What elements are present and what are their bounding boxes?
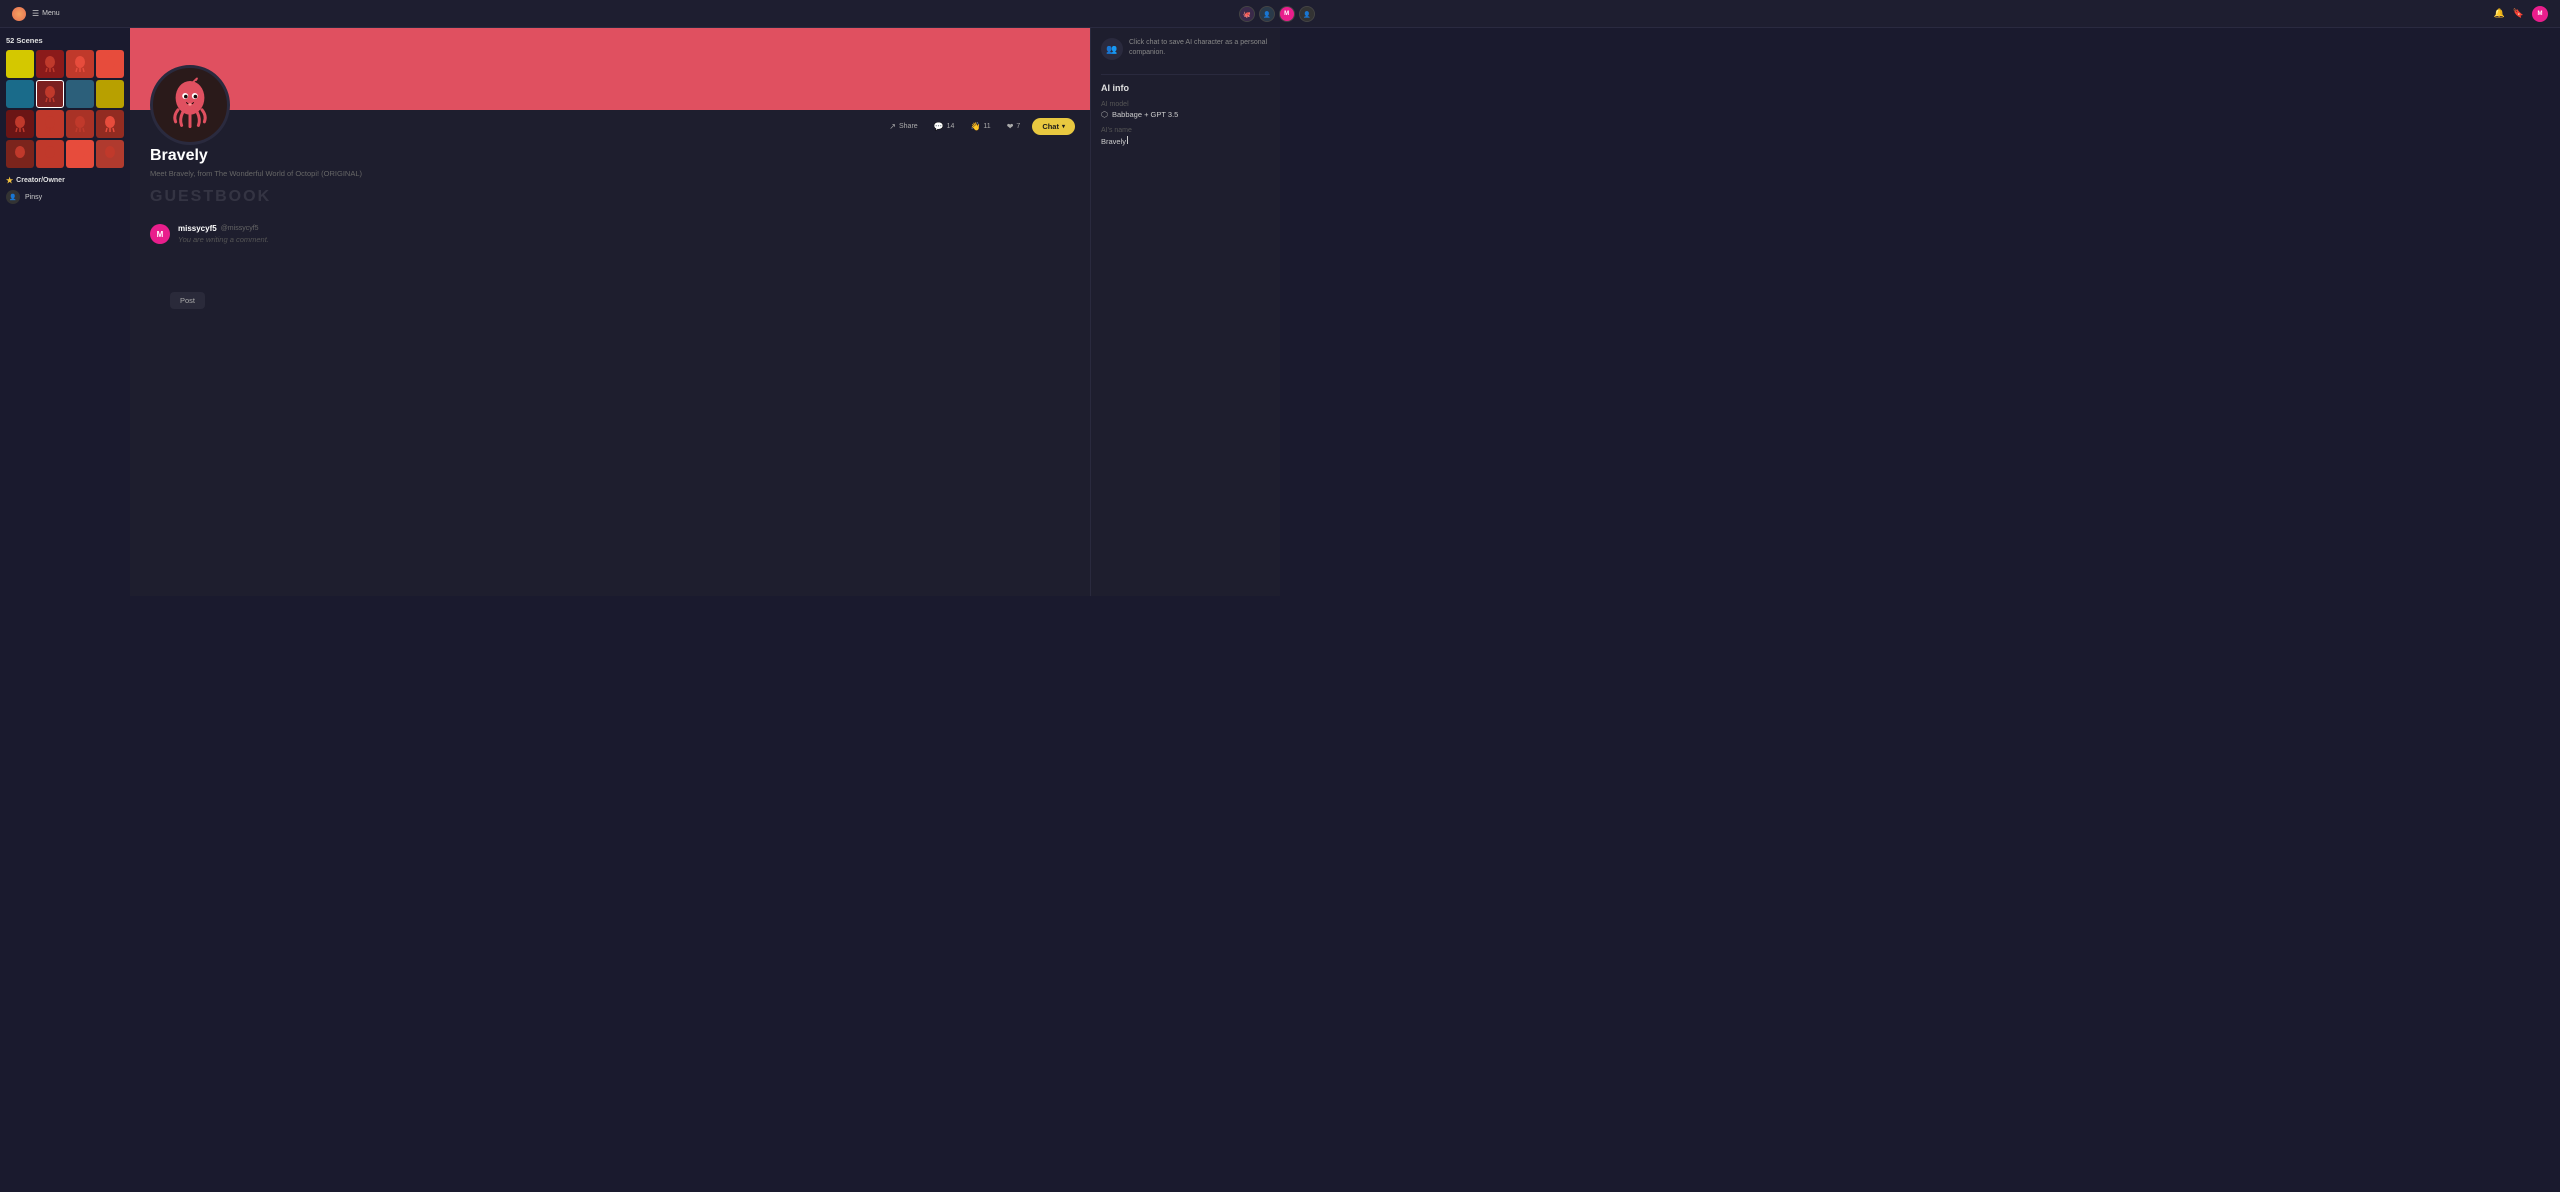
left-sidebar: 52 Scenes (0, 28, 130, 596)
character-info: Bravely Meet Bravely, from The Wonderful… (130, 141, 1090, 188)
character-avatar (150, 65, 230, 145)
character-description: Meet Bravely, from The Wonderful World o… (150, 169, 1070, 178)
scene-thumb-7[interactable] (66, 80, 94, 108)
creator-item[interactable]: 👤 Pinsy (6, 190, 124, 204)
nav-avatar-2[interactable]: 👤 (1259, 6, 1275, 22)
companion-hint: 👥 Click chat to save AI character as a p… (1101, 38, 1270, 60)
comment-user-row: missycyf5 @missycyf5 (178, 224, 1070, 233)
comment-username: missycyf5 (178, 224, 217, 233)
site-logo[interactable] (12, 7, 26, 21)
sidebar-divider (1101, 74, 1270, 75)
scenes-title: 52 Scenes (6, 36, 124, 45)
post-button[interactable]: Post (170, 292, 205, 309)
comment-handle: @missycyf5 (221, 225, 259, 232)
chat-button[interactable]: Chat ▾ (1032, 118, 1075, 135)
ai-info-title: AI info (1101, 83, 1270, 93)
share-button[interactable]: ↗ Share (885, 120, 921, 133)
guestbook-title: GUESTBOOK (150, 188, 1070, 206)
share-icon: ↗ (889, 122, 896, 131)
guestbook-section: GUESTBOOK M missycyf5 @missycyf5 You are… (130, 188, 1090, 309)
scene-thumb-1[interactable] (6, 50, 34, 78)
ai-info-section: AI info AI model ⬡ Babbage + GPT 3.5 AI'… (1101, 83, 1270, 146)
scene-thumb-5[interactable] (6, 80, 34, 108)
scene-thumb-4[interactable] (96, 50, 124, 78)
ai-model-label: AI model (1101, 101, 1270, 108)
menu-button[interactable]: ☰ Menu (32, 9, 60, 18)
ai-model-value: ⬡ Babbage + GPT 3.5 (1101, 110, 1270, 119)
scene-thumb-10[interactable] (36, 110, 64, 138)
user-avatar-nav[interactable]: M (2532, 6, 2548, 22)
nav-right: 🔔 🔖 M (2494, 6, 2548, 22)
comments-icon: 💬 (934, 122, 944, 131)
commenter-avatar: M (150, 224, 170, 244)
ai-model-icon: ⬡ (1101, 110, 1108, 119)
scene-thumb-6[interactable] (36, 80, 64, 108)
scene-thumb-11[interactable] (66, 110, 94, 138)
action-bar: ↗ Share 💬 14 👋 11 ❤ 7 Chat ▾ (130, 112, 1090, 141)
scene-thumb-8[interactable] (96, 80, 124, 108)
right-sidebar: 👥 Click chat to save AI character as a p… (1090, 28, 1280, 596)
comment-placeholder-text[interactable]: You are writing a comment. (178, 235, 1070, 244)
nav-user-avatars: 🐙 👤 M 👤 (1239, 6, 1315, 22)
comments-button[interactable]: 💬 14 (930, 120, 959, 133)
ai-name-row: AI's name Bravely (1101, 127, 1270, 146)
scene-thumb-3[interactable] (66, 50, 94, 78)
ai-model-row: AI model ⬡ Babbage + GPT 3.5 (1101, 101, 1270, 119)
waves-button[interactable]: 👋 11 (966, 120, 994, 133)
nav-avatar-4[interactable]: 👤 (1299, 6, 1315, 22)
main-content: ↗ Share 💬 14 👋 11 ❤ 7 Chat ▾ Bravely (130, 28, 1090, 596)
svg-text:👤: 👤 (1263, 10, 1271, 18)
nav-avatar-3[interactable]: M (1279, 6, 1295, 22)
menu-label: Menu (42, 10, 60, 17)
companion-icon: 👥 (1101, 38, 1123, 60)
creator-name: Pinsy (25, 194, 42, 201)
notification-icon[interactable]: 🔔 (2494, 8, 2505, 19)
scene-grid (6, 50, 124, 168)
companion-hint-text: Click chat to save AI character as a per… (1129, 38, 1270, 58)
nav-avatar-1[interactable]: 🐙 (1239, 6, 1255, 22)
svg-text:🐙: 🐙 (1243, 11, 1251, 18)
comment-area: M missycyf5 @missycyf5 You are writing a… (150, 216, 1070, 252)
scene-thumb-15[interactable] (66, 140, 94, 168)
nav-left: ☰ Menu (12, 7, 60, 21)
character-name: Bravely (150, 147, 1070, 165)
bookmark-icon[interactable]: 🔖 (2513, 8, 2524, 19)
top-navigation: ☰ Menu 🐙 👤 M 👤 🔔 🔖 M (0, 0, 2560, 28)
creator-label: ★ Creator/Owner (6, 176, 124, 185)
star-icon: ★ (6, 176, 13, 185)
hearts-icon: ❤ (1007, 122, 1014, 131)
scene-thumb-14[interactable] (36, 140, 64, 168)
creator-avatar: 👤 (6, 190, 20, 204)
scene-thumb-16[interactable] (96, 140, 124, 168)
cursor-blink (1127, 136, 1128, 144)
creator-section: ★ Creator/Owner 👤 Pinsy (6, 176, 124, 204)
scene-thumb-12[interactable] (96, 110, 124, 138)
svg-text:👤: 👤 (1303, 10, 1311, 18)
ai-name-value: Bravely (1101, 136, 1270, 146)
waves-icon: 👋 (970, 122, 980, 131)
character-banner (130, 28, 1090, 110)
scene-thumb-9[interactable] (6, 110, 34, 138)
comment-body: missycyf5 @missycyf5 You are writing a c… (178, 224, 1070, 244)
scene-thumb-13[interactable] (6, 140, 34, 168)
scene-thumb-2[interactable] (36, 50, 64, 78)
ai-name-label: AI's name (1101, 127, 1270, 134)
hamburger-icon: ☰ (32, 9, 39, 18)
page-wrapper: 52 Scenes (0, 28, 1280, 596)
hearts-button[interactable]: ❤ 7 (1003, 120, 1025, 133)
chat-chevron-icon: ▾ (1062, 123, 1065, 130)
